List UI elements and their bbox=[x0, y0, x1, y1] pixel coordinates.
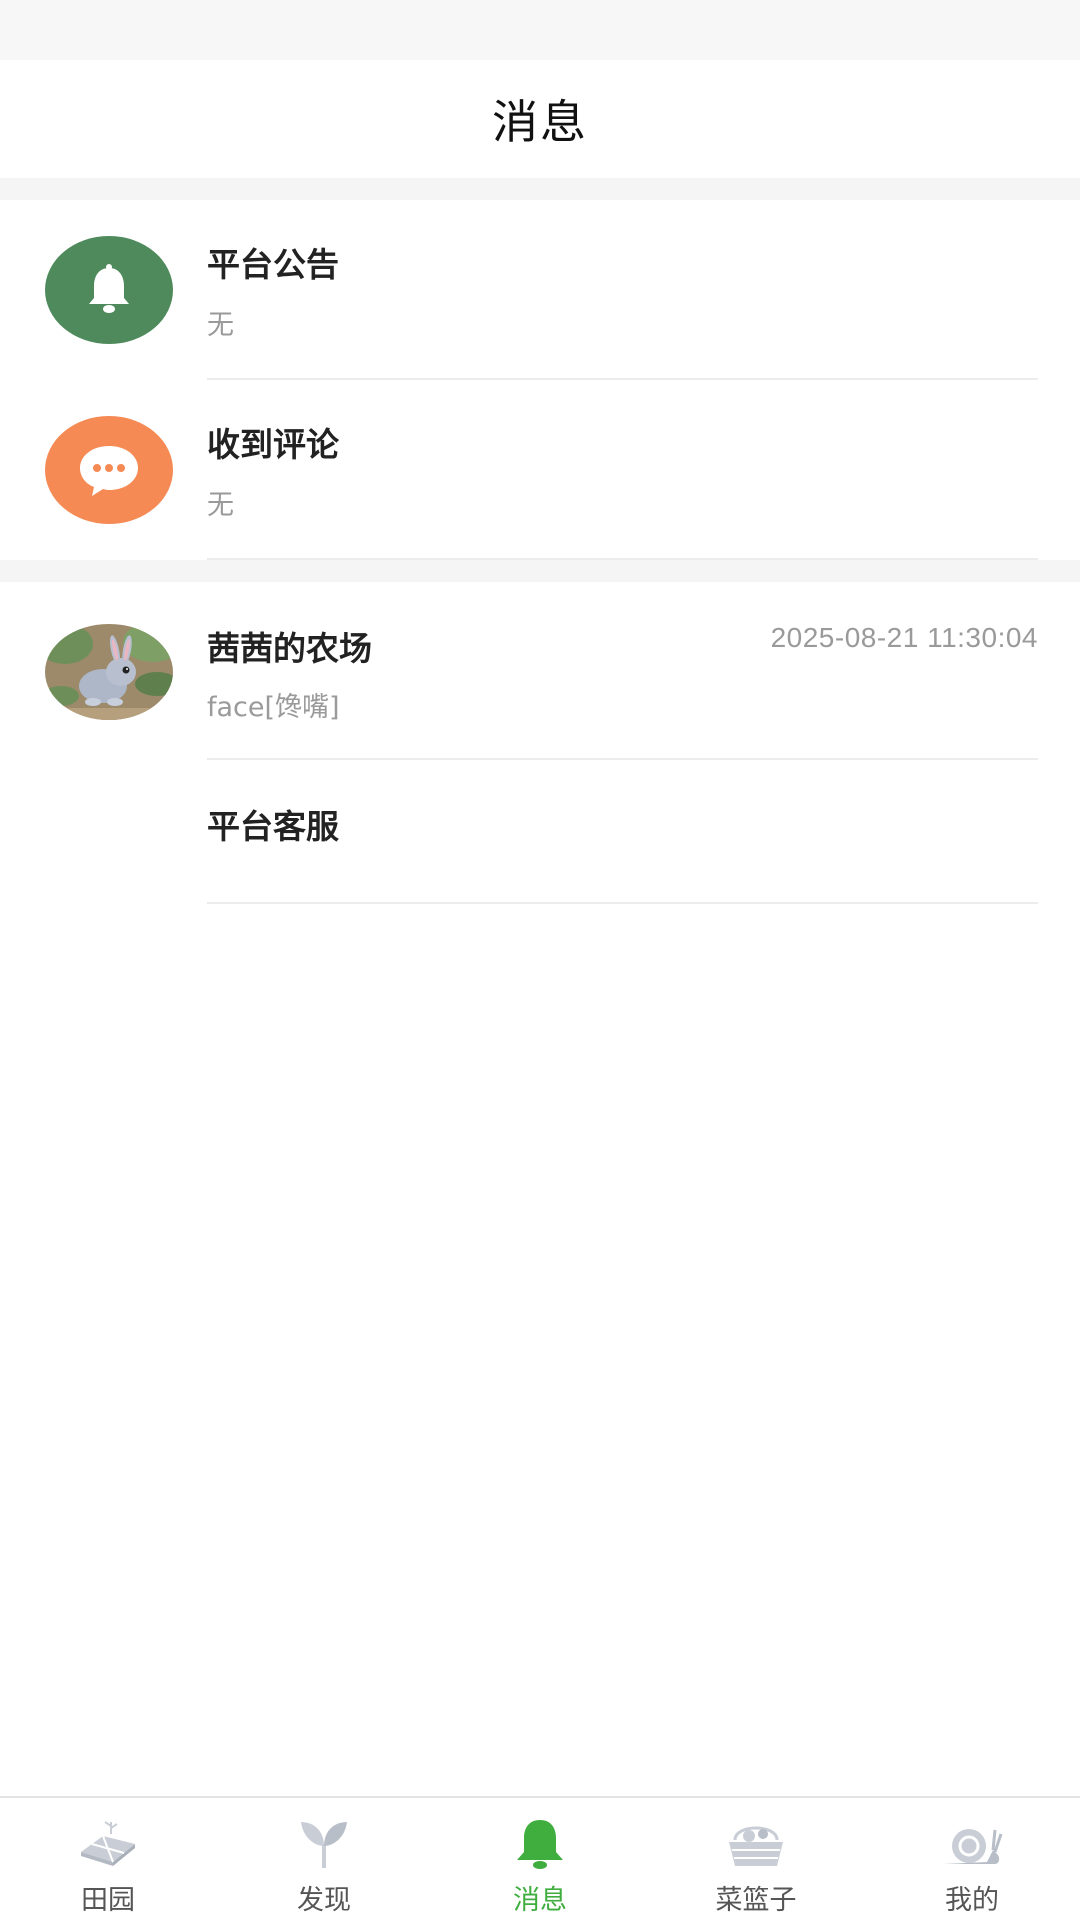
chat-item-farm[interactable]: 茜茜的农场 2025-08-21 11:30:04 face[馋嘴] bbox=[0, 582, 1080, 760]
announcement-avatar bbox=[45, 236, 173, 344]
page-header: 消息 bbox=[0, 60, 1080, 178]
tab-basket[interactable]: 菜篮子 bbox=[648, 1798, 864, 1920]
tab-label: 发现 bbox=[297, 1885, 351, 1916]
tab-messages[interactable]: 消息 bbox=[432, 1798, 648, 1920]
tab-label: 我的 bbox=[945, 1885, 999, 1916]
basket-icon bbox=[729, 1826, 783, 1866]
announcement-preview: 无 bbox=[207, 310, 234, 341]
page-title: 消息 bbox=[492, 95, 588, 149]
snail-icon bbox=[943, 1829, 1003, 1864]
tab-discover[interactable]: 发现 bbox=[216, 1798, 432, 1920]
comments-preview: 无 bbox=[207, 490, 234, 521]
field-icon bbox=[81, 1821, 135, 1866]
bell-icon bbox=[89, 264, 129, 313]
chat-timestamp: 2025-08-21 11:30:04 bbox=[770, 622, 1038, 653]
section-gap bbox=[0, 178, 1080, 200]
rabbit-avatar bbox=[45, 624, 173, 720]
chat-item-customer-service[interactable]: 平台客服 bbox=[0, 760, 1080, 904]
comments-avatar bbox=[45, 416, 173, 524]
bell-icon bbox=[517, 1820, 563, 1869]
announcement-title: 平台公告 bbox=[207, 245, 339, 284]
announcement-item[interactable]: 平台公告 无 bbox=[0, 200, 1080, 380]
tab-field[interactable]: 田园 bbox=[0, 1798, 216, 1920]
section-gap bbox=[0, 560, 1080, 582]
bottom-tab-bar: 田园 发现 消息 菜篮子 我的 bbox=[0, 1796, 1080, 1920]
chat-name: 茜茜的农场 bbox=[207, 629, 372, 668]
tab-label: 消息 bbox=[513, 1885, 567, 1916]
chat-bubble-icon bbox=[80, 446, 138, 496]
tab-label: 菜篮子 bbox=[715, 1885, 797, 1916]
tab-mine[interactable]: 我的 bbox=[864, 1798, 1080, 1920]
chat-name: 平台客服 bbox=[207, 807, 339, 846]
status-bar bbox=[0, 0, 1080, 60]
comments-item[interactable]: 收到评论 无 bbox=[0, 380, 1080, 560]
divider bbox=[207, 902, 1038, 904]
tab-label: 田园 bbox=[81, 1885, 135, 1916]
sprout-icon bbox=[301, 1822, 347, 1868]
comments-title: 收到评论 bbox=[207, 425, 339, 464]
chat-last-message: face[馋嘴] bbox=[207, 692, 340, 723]
